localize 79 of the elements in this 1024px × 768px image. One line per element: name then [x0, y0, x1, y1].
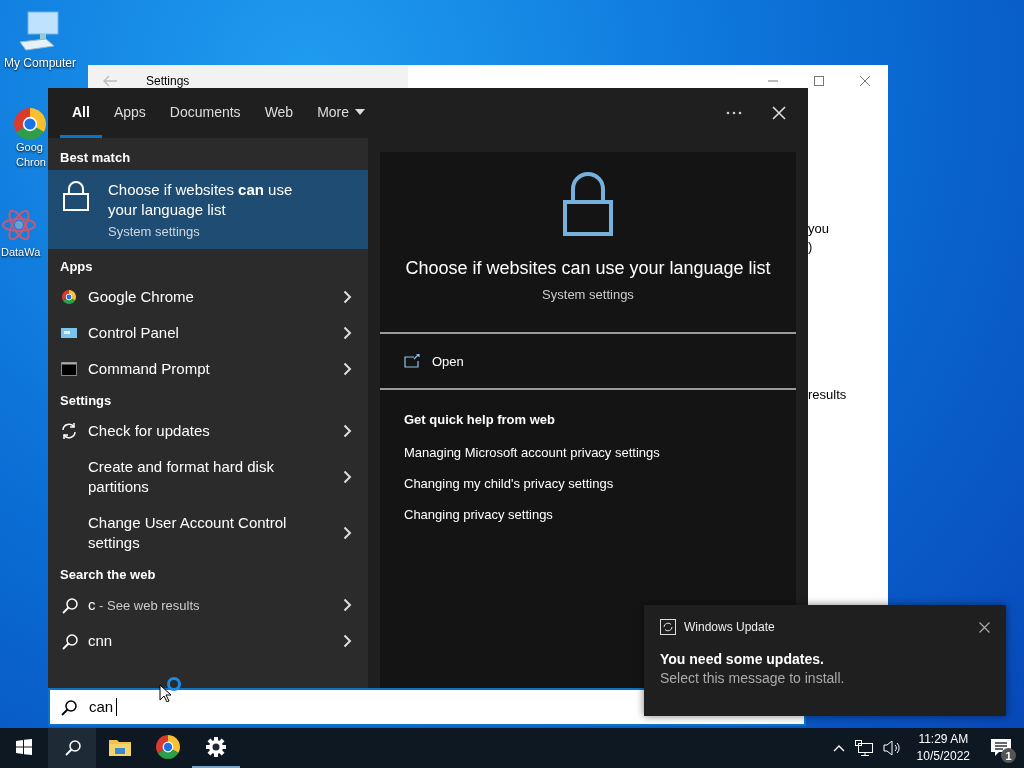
help-link[interactable]: Managing Microsoft account privacy settings [404, 445, 772, 460]
chrome-logo-icon[interactable] [156, 735, 180, 759]
notification-app: Windows Update [684, 620, 775, 634]
result-item[interactable]: c - See web results [48, 587, 368, 623]
result-label: Change User Account Control settings [88, 513, 288, 553]
chrome-logo-icon [62, 290, 76, 304]
chevron-icon [343, 290, 352, 304]
folder-icon[interactable] [109, 738, 131, 756]
result-item[interactable]: Check for updates [48, 413, 368, 449]
search-icon [60, 698, 77, 716]
result-label: Create and format hard disk partitions [88, 457, 275, 497]
settings-icon[interactable] [206, 737, 226, 757]
control-panel-icon [61, 327, 77, 339]
caret-icon [355, 108, 366, 115]
result-item[interactable]: Google Chrome [48, 279, 368, 315]
chevron-up-icon[interactable] [832, 744, 845, 752]
chevron-icon [343, 326, 352, 340]
refresh-icon [60, 422, 78, 440]
terminal-icon [61, 362, 77, 376]
refresh-icon [660, 619, 676, 635]
text-fragment: you [808, 221, 829, 236]
section-heading: Search the web [59, 566, 157, 583]
result-label: Google Chrome [88, 287, 195, 307]
chevron-icon [343, 362, 352, 376]
result-item[interactable]: cnn [48, 623, 368, 659]
search-icon[interactable] [63, 738, 81, 756]
search-icon [60, 596, 78, 614]
best-match-item[interactable]: Choose if websites can use your language list System settings [48, 170, 368, 249]
icon-label: DataWa [1, 245, 41, 260]
window-title: Settings [146, 74, 190, 88]
chevron-icon [343, 598, 352, 612]
preview-title: Choose if websites can use your language list [405, 258, 771, 279]
chevron-icon [343, 526, 352, 540]
text-fragment: ) [808, 239, 813, 254]
chevron-icon [343, 634, 352, 648]
notification-count: 1 [1001, 748, 1016, 763]
windows-logo-icon[interactable] [16, 739, 32, 755]
result-label: cnn [88, 631, 114, 651]
open-window-icon [404, 354, 420, 368]
result-label: c - See web results [88, 594, 201, 615]
chevron-icon [343, 470, 352, 484]
result-item[interactable]: Control Panel [48, 315, 368, 351]
open-button[interactable]: Open [380, 334, 796, 390]
help-link[interactable]: Changing my child's privacy settings [404, 476, 772, 491]
help-link[interactable]: Changing privacy settings [404, 507, 772, 522]
chevron-icon [343, 424, 352, 438]
icon-label: Chron [15, 155, 46, 170]
result-item[interactable]: Create and format hard disk partitions [48, 451, 368, 503]
result-subtitle: System settings [108, 224, 201, 239]
section-heading: Best match [59, 149, 132, 166]
preview-subtitle: System settings [542, 287, 634, 302]
icon-label: My Computer [4, 56, 76, 71]
result-label: Check for updates [88, 421, 211, 441]
notification-message: Select this message to install. [660, 670, 846, 686]
notification-title: You need some updates. [660, 651, 825, 667]
result-label: Command Prompt [88, 359, 211, 379]
lock-icon [563, 172, 613, 236]
help-heading: Get quick help from web [404, 412, 556, 427]
tab[interactable]: Apps [101, 88, 158, 138]
maximize-icon[interactable] [813, 75, 825, 87]
section-heading: Apps [59, 258, 94, 275]
icon-label: Goog [15, 140, 43, 155]
lock-icon [62, 180, 90, 212]
result-item[interactable]: Command Prompt [48, 351, 368, 387]
close-icon[interactable] [979, 621, 990, 633]
network-icon[interactable] [854, 740, 873, 756]
result-title: Choose if websites can use your language list [108, 180, 294, 220]
section-heading: Settings [59, 392, 113, 409]
tab[interactable]: Web [252, 88, 306, 138]
tab[interactable]: More [305, 88, 378, 138]
result-item[interactable]: Change User Account Control settings [48, 507, 368, 559]
more-options-icon[interactable] [726, 111, 742, 115]
speaker-icon[interactable] [882, 740, 901, 756]
result-label: Control Panel [88, 323, 180, 343]
text-fragment: results [808, 387, 847, 402]
clock[interactable]: 11:29 AM 10/5/2022 [910, 731, 976, 765]
search-icon [60, 632, 78, 650]
tab[interactable]: Documents [157, 88, 253, 138]
notification-toast[interactable]: Windows Update You need some updates. Select this message to install. [644, 605, 1006, 716]
